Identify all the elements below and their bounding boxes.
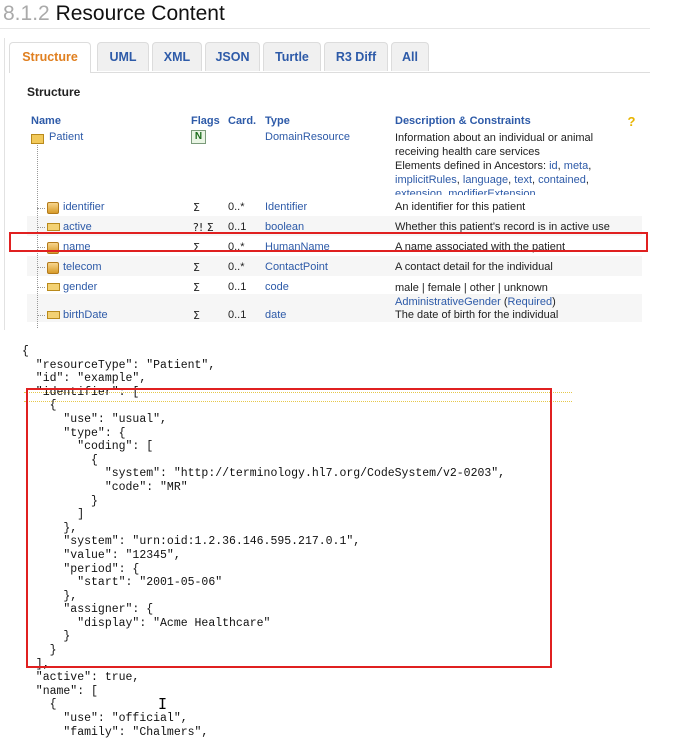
tree-connector — [37, 208, 45, 209]
json-code-line: "active": true, — [22, 671, 140, 685]
identifier-row-highlight — [9, 232, 648, 252]
json-code-line: "id": "example", — [22, 372, 147, 386]
json-code-line: "family": "Chalmers", — [22, 725, 209, 739]
valueset-link[interactable]: AdministrativeGender — [395, 296, 501, 308]
ancestor-link-language[interactable]: language — [463, 174, 508, 186]
text-cursor-icon: I — [158, 695, 168, 713]
summary-flag: Σ — [193, 281, 200, 294]
element-patient[interactable]: Patient — [49, 131, 83, 143]
ancestor-link-meta[interactable]: meta — [564, 160, 588, 172]
folder-icon — [31, 134, 44, 144]
tab-xml[interactable]: XML — [152, 42, 202, 71]
type-code[interactable]: code — [265, 281, 289, 293]
structure-title: Structure — [27, 85, 81, 99]
complex-type-icon — [47, 262, 59, 274]
cardinality: 0..* — [228, 201, 245, 213]
ancestor-link-implicitrules[interactable]: implicitRules — [395, 174, 457, 186]
description-line: Information about an individual or anima… — [395, 132, 594, 144]
section-number: 8.1.2 — [3, 2, 50, 25]
summary-flag: Σ — [193, 261, 200, 274]
identifier-json-highlight — [26, 388, 552, 668]
gender-description: male | female | other | unknown Administ… — [395, 281, 635, 309]
ancestor-link-extension[interactable]: extension — [395, 188, 442, 195]
element-birthdate[interactable]: birthDate — [63, 309, 108, 321]
primitive-type-icon — [47, 223, 60, 231]
json-code-line: "use": "official", — [22, 712, 188, 726]
resource-content-panel: Structure UML XML JSON Turtle R3 Diff Al… — [4, 38, 650, 330]
json-code-line: "name": [ — [22, 684, 98, 698]
element-description: A contact detail for the individual — [395, 261, 553, 273]
type-date[interactable]: date — [265, 309, 286, 321]
section-heading: 8.1.2 Resource Content — [3, 2, 225, 26]
type-contactpoint[interactable]: ContactPoint — [265, 261, 328, 273]
type-identifier[interactable]: Identifier — [265, 201, 307, 213]
ancestor-link-modifierextension[interactable]: modifierExtension — [448, 188, 535, 195]
complex-type-icon — [47, 202, 59, 214]
section-title: Resource Content — [55, 2, 225, 25]
primitive-type-icon — [47, 283, 60, 291]
element-description: The date of birth for the individual — [395, 309, 559, 321]
patient-description: Information about an individual or anima… — [395, 131, 635, 195]
element-description: male | female | other | unknown — [395, 282, 548, 294]
tab-bar: Structure UML XML JSON Turtle R3 Diff Al… — [9, 42, 650, 73]
type-domainresource[interactable]: DomainResource — [265, 131, 350, 143]
element-identifier[interactable]: identifier — [63, 201, 105, 213]
json-code-line: { — [22, 345, 29, 358]
element-telecom[interactable]: telecom — [63, 261, 102, 273]
json-code-line: { — [22, 698, 57, 712]
help-icon[interactable]: ? — [625, 115, 638, 129]
tab-uml[interactable]: UML — [97, 42, 149, 71]
header-flags: Flags — [191, 115, 220, 127]
tree-connector — [37, 227, 45, 228]
ancestor-link-id[interactable]: id — [549, 160, 558, 172]
heading-divider — [0, 28, 650, 29]
tree-connector — [37, 287, 45, 288]
flag-normative[interactable]: N — [191, 130, 206, 144]
primitive-type-icon — [47, 311, 60, 319]
tab-r3-diff[interactable]: R3 Diff — [324, 42, 388, 71]
binding-strength-link[interactable]: Required — [508, 296, 553, 308]
ancestor-link-contained[interactable]: contained — [538, 174, 586, 186]
tab-turtle[interactable]: Turtle — [263, 42, 321, 71]
tab-all[interactable]: All — [391, 42, 429, 71]
cardinality: 0..1 — [228, 281, 247, 293]
element-gender[interactable]: gender — [63, 281, 97, 293]
ancestor-link-text[interactable]: text — [514, 174, 532, 186]
json-code-line: "resourceType": "Patient", — [22, 358, 216, 372]
ancestors-line: Elements defined in Ancestors: id, meta, — [395, 160, 592, 172]
binding-line: AdministrativeGender (Required) — [395, 296, 556, 308]
header-name: Name — [31, 115, 61, 127]
tree-connector — [37, 315, 45, 316]
tab-json[interactable]: JSON — [205, 42, 260, 71]
cardinality: 0..1 — [228, 309, 247, 321]
ancestors-line: implicitRules, language, text, contained… — [395, 174, 589, 186]
header-type: Type — [265, 115, 290, 127]
ancestors-line: extension, modifierExtension — [395, 187, 635, 195]
tab-structure[interactable]: Structure — [9, 42, 91, 73]
tree-connector — [37, 267, 45, 268]
element-description: An identifier for this patient — [395, 201, 526, 213]
summary-flag: Σ — [193, 309, 200, 322]
summary-flag: Σ — [193, 201, 200, 214]
header-description: Description & Constraints — [395, 115, 531, 127]
ancestors-prefix: Elements defined in Ancestors: — [395, 160, 550, 172]
description-line: receiving health care services — [395, 146, 540, 158]
header-card: Card. — [228, 115, 257, 127]
cardinality: 0..* — [228, 261, 245, 273]
